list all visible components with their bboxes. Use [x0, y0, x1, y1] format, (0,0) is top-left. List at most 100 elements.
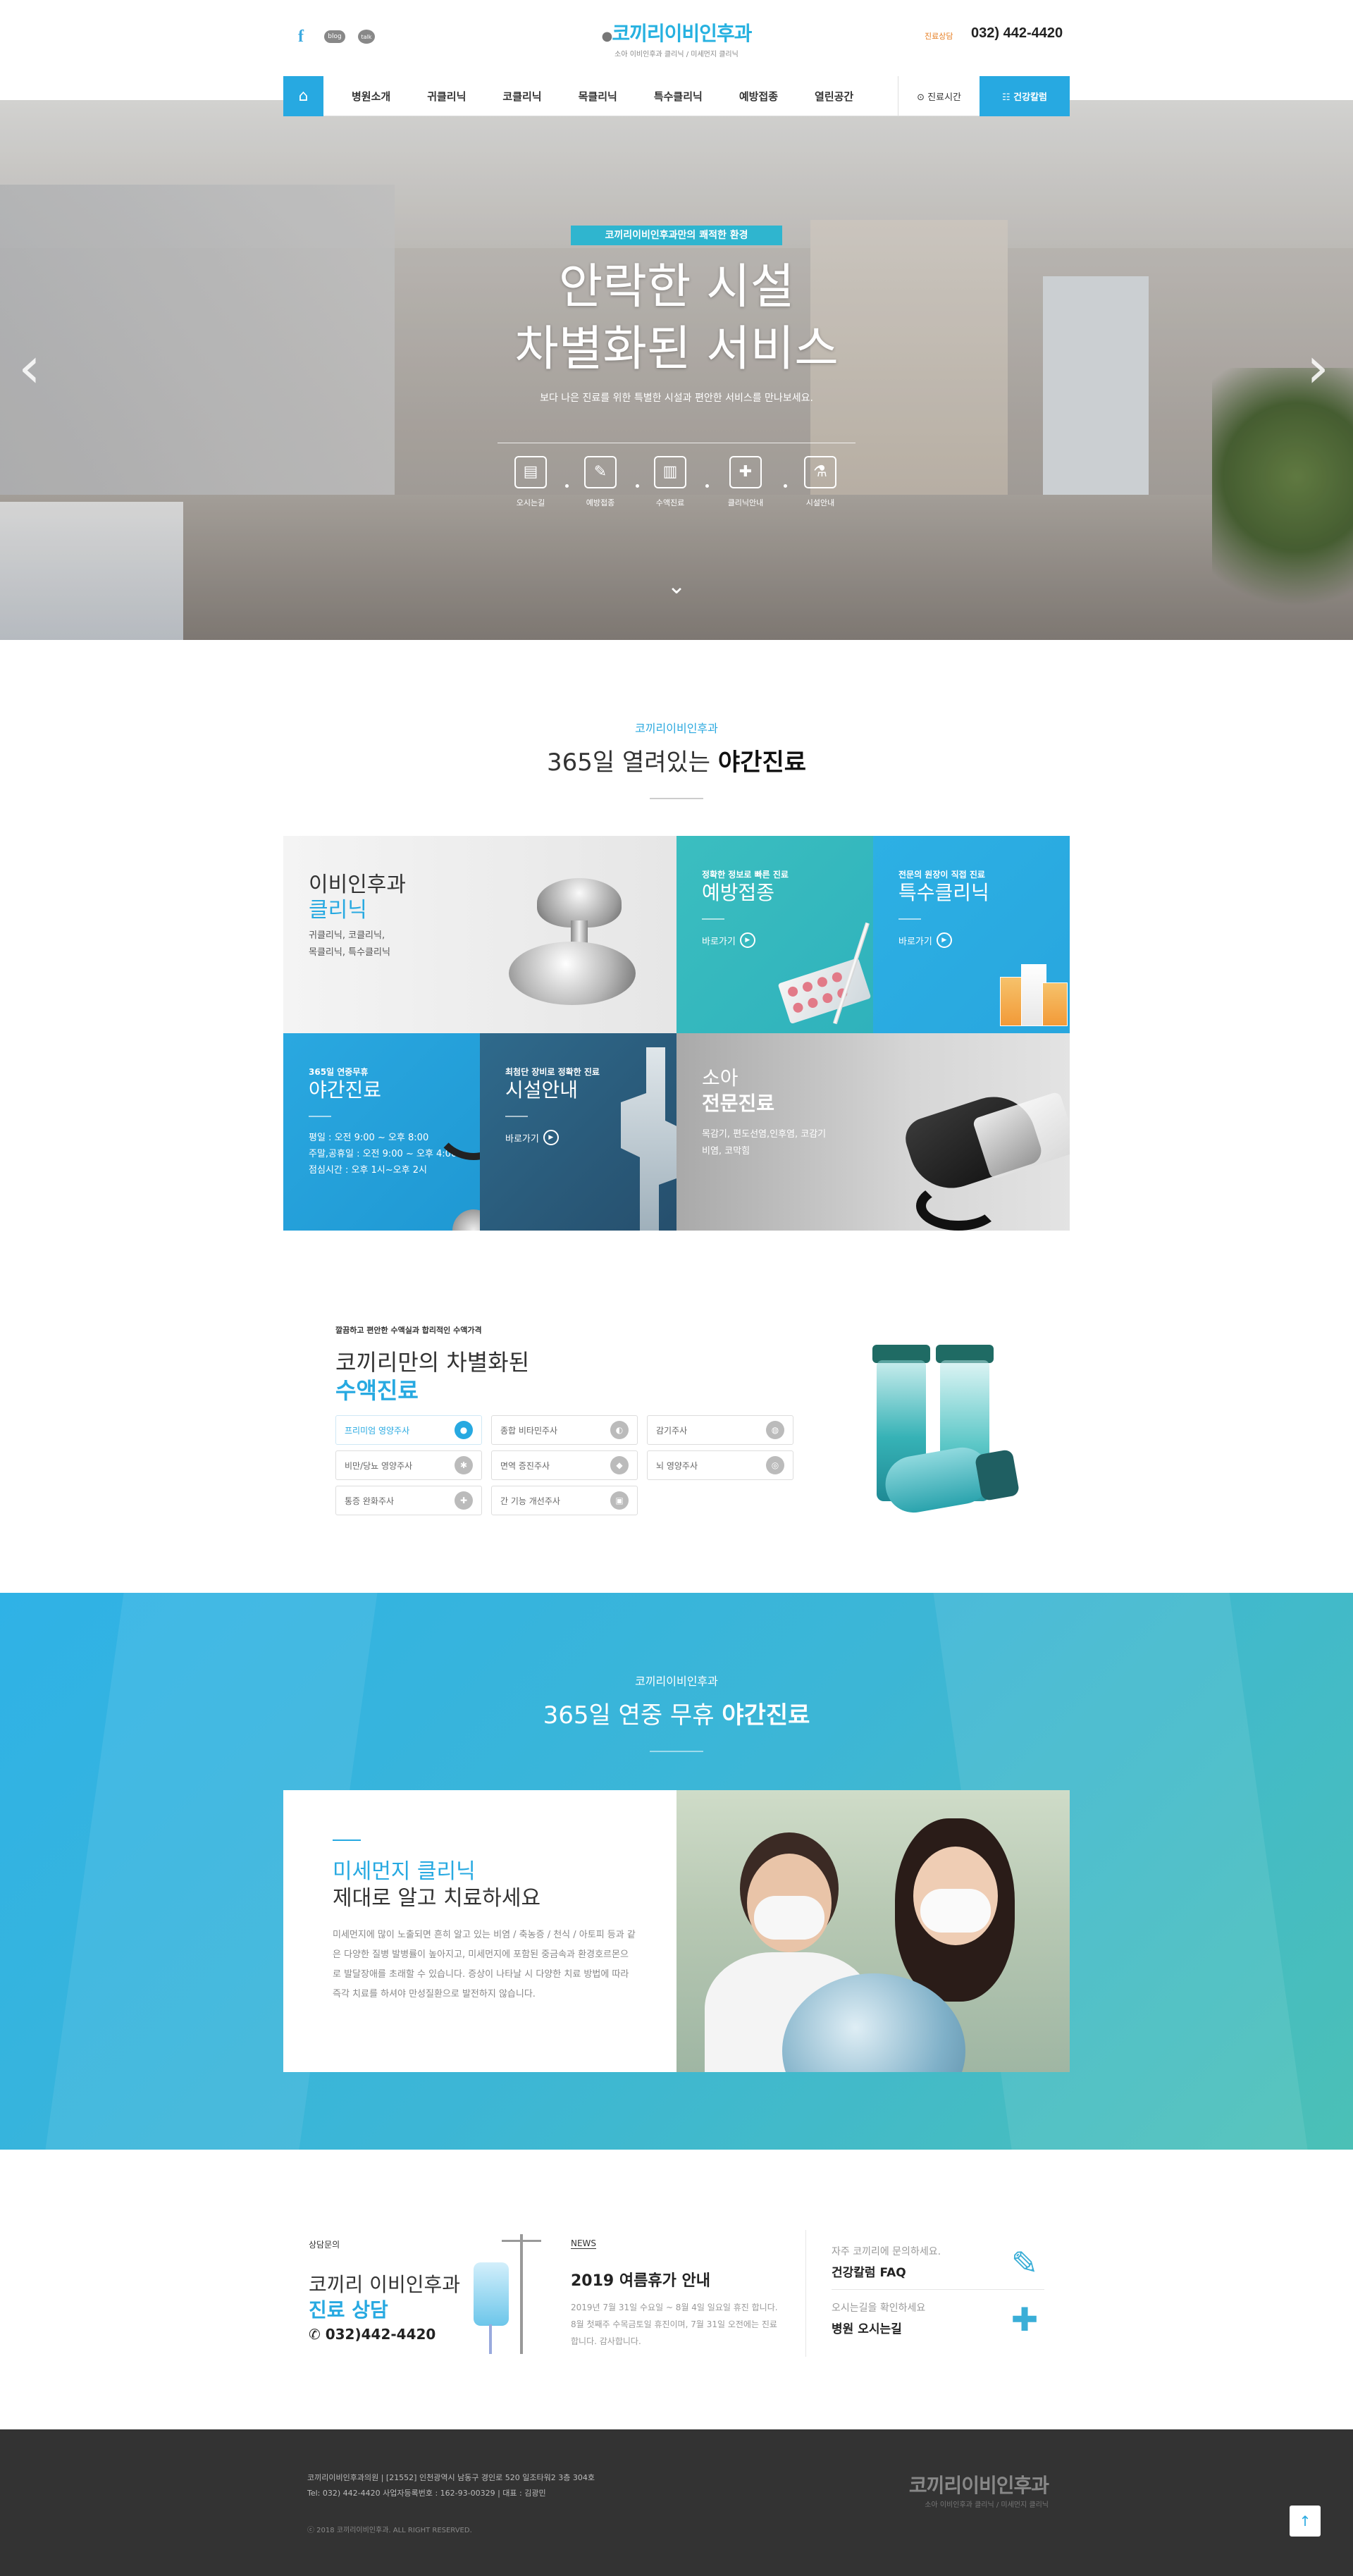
iv-stand-image [474, 2234, 544, 2354]
news-body: 2019년 7월 31일 수요일 ~ 8월 4일 일요일 휴진 합니다. 8월 … [571, 2303, 778, 2346]
home-icon[interactable]: ⌂ [283, 75, 323, 116]
card-bar [702, 918, 724, 920]
card-small: 최첨단 장비로 정확한 진료 [505, 1067, 600, 1077]
medical-kit-icon: ✚ [729, 456, 762, 488]
prev-slide-icon[interactable]: ‹ [16, 333, 44, 403]
clipboard-icon: ✎ [1011, 2244, 1039, 2282]
footer-logo: 코끼리이비인후과 소아 이비인후과 클리닉 / 미세먼지 클리닉 [888, 2470, 1049, 2509]
divider [832, 2289, 1044, 2290]
section-title-bold: 야간진료 [717, 748, 807, 777]
drop-icon: ● [455, 1421, 473, 1439]
hero-dot [705, 484, 709, 488]
logo-elephant-icon: ● [601, 29, 613, 44]
consult-label: 상담문의 [309, 2240, 340, 2250]
go-button[interactable]: 바로가기 ▶ [702, 932, 789, 948]
blog-icon[interactable]: blog [324, 30, 345, 43]
section-subtitle: 코끼리이비인후과 [635, 722, 718, 735]
card-bar [309, 1116, 331, 1117]
nav-item-about[interactable]: 병원소개 [323, 89, 409, 104]
nav-item-vaccination[interactable]: 예방접종 [721, 89, 796, 104]
directions-link[interactable]: 오시는길을 확인하세요 병원 오시는길 ✚ [832, 2300, 1044, 2353]
kakaotalk-icon[interactable]: talk [358, 30, 375, 44]
section-divider [650, 798, 703, 799]
nav-item-ear-clinic[interactable]: 귀클리닉 [409, 89, 484, 104]
footer-logo-name-2: 이비인후과 [961, 2474, 1049, 2497]
go-button[interactable]: 바로가기 ▶ [505, 1130, 600, 1145]
health-column-button[interactable]: ☷ 건강칼럼 [980, 75, 1070, 116]
pill-pack-image [777, 957, 872, 1025]
facebook-icon[interactable]: f [290, 27, 311, 46]
syringe-icon: ✎ [584, 456, 617, 488]
special-clinic-card[interactable]: 전문의 원장이 직접 진료 특수클리닉 바로가기 ▶ [873, 836, 1070, 1033]
capsule-icon: ◍ [766, 1421, 784, 1439]
hero-title: 안락한 시설 차별화된 서비스 [395, 257, 958, 381]
iv-tag-pain[interactable]: 통증 완화주사 ✚ [335, 1486, 482, 1515]
medicine-box-image [1000, 963, 1068, 1026]
nav-item-throat-clinic[interactable]: 목클리닉 [560, 89, 636, 104]
footer-copyright: ⓒ 2018 코끼리이비인후과. ALL RIGHT RESERVED. [307, 2527, 472, 2534]
footer-logo-tagline: 소아 이비인후과 클리닉 / 미세먼지 클리닉 [925, 2501, 1049, 2509]
iv-tag-premium[interactable]: 프리미엄 영양주사 ● [335, 1415, 482, 1445]
girl-mask [920, 1889, 991, 1933]
card-title: 예방접종 [702, 881, 775, 904]
microscope-icon: ⚗ [804, 456, 836, 488]
hero-title-line-2: 차별화된 서비스 [514, 321, 839, 377]
iv-tag-vitamin[interactable]: 종합 비타민주사 ◐ [491, 1415, 638, 1445]
clinic-title-2: 클리닉 [309, 898, 367, 923]
night-clinic-section: 코끼리이비인후과 365일 연중 무휴 야간진료 미세먼지 클리닉 제대로 알고… [0, 1593, 1353, 2150]
phone-number[interactable]: 032) 442-4420 [971, 25, 1063, 42]
body-icon: ✱ [455, 1456, 473, 1474]
card-small: 전문의 원장이 직접 진료 [898, 870, 985, 880]
news-title[interactable]: 2019 여름휴가 안내 [571, 2268, 710, 2291]
hero-link-clinic[interactable]: ✚ 클리닉안내 [717, 456, 774, 508]
card-title: 특수클리닉 [898, 881, 989, 904]
news-label: NEWS [571, 2238, 597, 2249]
faq-link[interactable]: 자주 코끼리에 문의하세요. 건강칼럼 FAQ ✎ [832, 2244, 1044, 2296]
stethoscope-head-image [452, 1209, 480, 1231]
nav-item-open-space[interactable]: 열린공간 [796, 89, 872, 104]
consult-phone[interactable]: ✆ 032)442-4420 [309, 2326, 435, 2343]
hero-dot [565, 484, 569, 488]
clinic-card[interactable]: 이비인후과 클리닉 귀클리닉, 코클리닉, 목클리닉, 특수클리닉 [283, 836, 676, 1033]
pill-icon: ◐ [610, 1421, 629, 1439]
stethoscope-image [495, 864, 643, 1019]
nav-item-nose-clinic[interactable]: 코클리닉 [484, 89, 560, 104]
go-button[interactable]: 바로가기 ▶ [898, 932, 989, 948]
night-clinic-card[interactable]: 365일 연중무휴 야간진료 평일 : 오전 9:00 ~ 오후 8:00 주말,… [283, 1033, 480, 1231]
logo-name-2: 이비인후과 [664, 22, 753, 45]
site-logo[interactable]: ●코끼리이비인후과 소아 이비인후과 클리닉 / 미세먼지 클리닉 [598, 18, 755, 58]
scroll-down-icon[interactable]: ⌄ [662, 572, 691, 599]
hero-link-iv[interactable]: ▥ 수액진료 [642, 456, 698, 508]
hero-link-label: 오시는길 [516, 498, 545, 507]
hero-link-label: 클리닉안내 [727, 498, 764, 507]
hero-link-label: 예방접종 [586, 498, 615, 507]
fine-dust-card: 미세먼지 클리닉 제대로 알고 치료하세요 미세먼지에 많이 노출되면 흔히 알… [283, 1790, 676, 2072]
clinic-desc: 귀클리닉, 코클리닉, 목클리닉, 특수클리닉 [309, 930, 390, 958]
facility-card[interactable]: 최첨단 장비로 정확한 진료 시설안내 바로가기 ▶ [480, 1033, 676, 1231]
nav-item-special-clinic[interactable]: 특수클리닉 [636, 89, 721, 104]
iv-tag-obesity[interactable]: 비만/당뇨 영양주사 ✱ [335, 1450, 482, 1480]
section-divider [650, 1751, 703, 1752]
play-icon: ▶ [739, 932, 755, 948]
iv-tag-liver[interactable]: 간 기능 개선주사 ▣ [491, 1486, 638, 1515]
kids-mask-image [676, 1790, 1070, 2072]
hospital-icon: ✚ [1011, 2300, 1039, 2338]
hero-link-directions[interactable]: ▤ 오시는길 [502, 456, 559, 508]
iv-tag-cold[interactable]: 감기주사 ◍ [647, 1415, 793, 1445]
iv-tag-brain[interactable]: 뇌 영양주사 ◎ [647, 1450, 793, 1480]
vaccination-card[interactable]: 정확한 정보로 빠른 진료 예방접종 바로가기 ▶ [676, 836, 873, 1033]
consult-title-2: 진료 상담 [309, 2298, 388, 2322]
pediatric-card[interactable]: 소아 전문진료 목감기, 편도선염,인후염, 코감기 비염, 코막힘 [676, 1033, 1070, 1231]
night-hours: 평일 : 오전 9:00 ~ 오후 8:00 주말,공휴일 : 오전 9:00 ~… [309, 1133, 457, 1176]
iv-subtitle: 깔끔하고 편안한 수액실과 합리적인 수액가격 [335, 1326, 482, 1335]
iv-tag-immune[interactable]: 면역 증진주사 ◆ [491, 1450, 638, 1480]
scroll-top-button[interactable]: ↑ [1290, 2506, 1321, 2537]
play-icon: ▶ [936, 932, 952, 948]
section-subtitle: 코끼리이비인후과 [635, 1675, 718, 1688]
card-small: 365일 연중무휴 [309, 1067, 369, 1077]
hero-link-facility[interactable]: ⚗ 시설안내 [792, 456, 848, 508]
dust-title-2: 제대로 알고 치료하세요 [333, 1886, 541, 1911]
next-slide-icon[interactable]: › [1304, 333, 1332, 403]
hero-link-vaccination[interactable]: ✎ 예방접종 [572, 456, 629, 508]
hours-button[interactable]: ⊙ 진료시간 [898, 75, 980, 116]
